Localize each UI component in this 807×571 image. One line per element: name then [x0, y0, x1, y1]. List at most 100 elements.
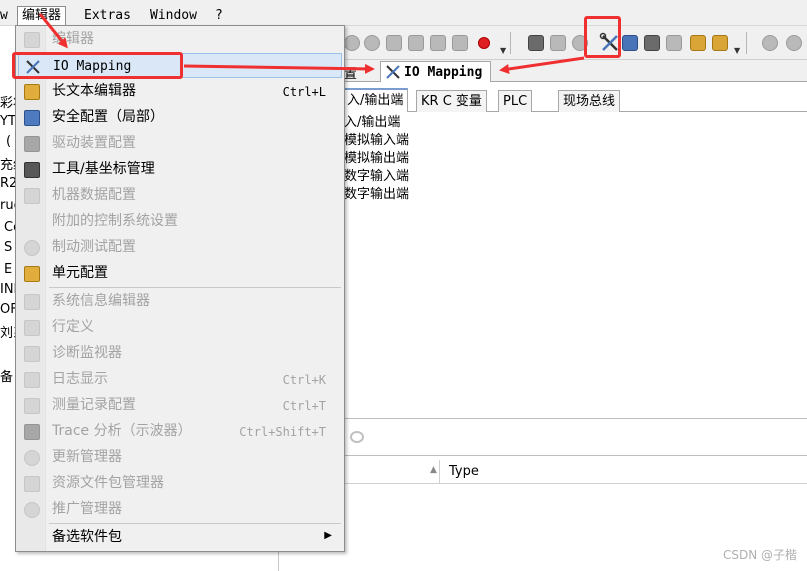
line-definition-icon: [24, 320, 40, 336]
menu-item-label: 资源文件包管理器: [52, 475, 164, 491]
nav-row: 彩状: [0, 96, 16, 111]
annotation-box-menu-item: [12, 52, 183, 79]
menu-item-label: 编辑器: [52, 31, 94, 47]
tab-krc-variables[interactable]: KR C 变量: [416, 90, 487, 112]
promotion-manager-icon: [24, 502, 40, 518]
annotation-box-toolbar: [584, 16, 621, 58]
tab-io-mapping[interactable]: IO Mapping: [380, 61, 492, 82]
menu-item-safety-config[interactable]: 安全配置（局部）: [18, 105, 342, 130]
menu-item-drive-config[interactable]: 驱动装置配置: [18, 131, 342, 156]
system-info-icon: [24, 294, 40, 310]
nav-row: 备: [0, 370, 14, 385]
menu-item-tool-base[interactable]: 工具/基坐标管理: [18, 157, 342, 182]
navigator-panel: 彩状 YT ( 充组 R2 ruc Co S E INI OF 刘系 备: [0, 26, 16, 571]
tree-item[interactable]: 入/输出端: [344, 114, 409, 132]
machine-data-icon[interactable]: [550, 35, 566, 51]
cell-config-icon[interactable]: [712, 35, 728, 51]
toolbar: ▼ ▼: [344, 26, 807, 60]
tab-io[interactable]: 入/输出端: [342, 88, 409, 112]
signal-table-header: ▲ Type: [344, 460, 807, 484]
machine-data-icon: [24, 188, 40, 204]
menu-item-label: 安全配置（局部）: [52, 109, 164, 125]
menu-item-long-text-editor[interactable]: 长文本编辑器 Ctrl+L: [18, 79, 342, 104]
menu-item-line-definition[interactable]: 行定义: [18, 315, 342, 340]
menu-item-additional-control[interactable]: 附加的控制系统设置: [18, 209, 342, 234]
menu-item-label: 系统信息编辑器: [52, 293, 150, 309]
menu-item-log-display[interactable]: 日志显示 Ctrl+K: [18, 367, 342, 392]
menu-item-label: 日志显示: [52, 371, 108, 387]
menu-view[interactable]: w: [0, 7, 12, 25]
editor-dropdown-menu: 编辑器 IO Mapping 长文本编辑器 Ctrl+L 安全配置（局部） 驱动…: [15, 25, 345, 552]
edit-icon[interactable]: [666, 35, 682, 51]
io-subtabs: 入/输出端 KR C 变量 PLC 现场总线: [342, 88, 807, 112]
nav-row: R2: [0, 176, 16, 191]
long-text-editor-icon[interactable]: [690, 35, 706, 51]
filter-bar: [344, 418, 807, 456]
menu-item-resource-package[interactable]: 资源文件包管理器: [18, 471, 342, 496]
menu-item-update-manager[interactable]: 更新管理器: [18, 445, 342, 470]
menu-window[interactable]: Window: [146, 7, 201, 25]
column-type-header[interactable]: Type: [449, 464, 479, 479]
sort-up-icon[interactable]: ▲: [430, 465, 437, 475]
magnifier-icon[interactable]: [364, 35, 380, 51]
menu-editor[interactable]: 编辑器: [17, 6, 67, 26]
menu-item-optional-packages[interactable]: 备选软件包 ▶: [18, 525, 342, 550]
nav-row: 刘系: [0, 326, 16, 341]
nav-row: (: [6, 134, 12, 149]
menu-item-trace[interactable]: Trace 分析（示波器） Ctrl+Shift+T: [18, 419, 342, 444]
menu-item-measurement[interactable]: 测量记录配置 Ctrl+T: [18, 393, 342, 418]
settings-icon[interactable]: [786, 35, 802, 51]
nav-row: 充组: [0, 158, 16, 173]
menu-item-machine-data[interactable]: 机器数据配置: [18, 183, 342, 208]
gear-icon[interactable]: [386, 35, 402, 51]
filter-icon[interactable]: [350, 431, 364, 443]
menu-item-diagnosis-monitor[interactable]: 诊断监视器: [18, 341, 342, 366]
lock-icon[interactable]: [622, 35, 638, 51]
copy-icon[interactable]: [430, 35, 446, 51]
toolbar-separator: [746, 32, 747, 54]
menu-item-label: 驱动装置配置: [52, 135, 136, 151]
tree-item[interactable]: 数字输入端: [344, 168, 409, 186]
paste-icon[interactable]: [452, 35, 468, 51]
brake-test-icon: [24, 240, 40, 256]
menu-item-cell-config[interactable]: 单元配置: [18, 261, 342, 286]
menu-item-label: 推广管理器: [52, 501, 122, 517]
tab-previous[interactable]: 置: [344, 63, 357, 82]
log-icon: [24, 372, 40, 388]
tool-base-icon[interactable]: [528, 35, 544, 51]
document-icon[interactable]: [408, 35, 424, 51]
menu-item-promotion-manager[interactable]: 推广管理器: [18, 497, 342, 522]
oscilloscope-icon: [24, 424, 40, 440]
toolbar-separator: [510, 32, 511, 54]
long-text-editor-icon: [24, 84, 40, 100]
tab-plc[interactable]: PLC: [498, 90, 533, 112]
menu-item-label: 工具/基坐标管理: [52, 161, 155, 177]
tree-item[interactable]: 模拟输出端: [344, 150, 409, 168]
record-icon[interactable]: [478, 37, 490, 49]
chevron-down-icon[interactable]: ▼: [734, 46, 740, 55]
menu-item-shortcut: Ctrl+K: [282, 373, 326, 387]
column-name-header[interactable]: [344, 460, 440, 484]
menu-item-system-info[interactable]: 系统信息编辑器: [18, 289, 342, 314]
menu-extras[interactable]: Extras: [80, 7, 135, 25]
drive-config-icon: [24, 136, 40, 152]
menu-item-brake-test[interactable]: 制动测试配置: [18, 235, 342, 260]
menu-item-label: 行定义: [52, 319, 94, 335]
resource-package-icon: [24, 476, 40, 492]
menu-item-editor[interactable]: 编辑器: [18, 27, 342, 52]
nav-row: S: [4, 240, 13, 255]
drive-config-icon[interactable]: [644, 35, 660, 51]
stop-icon[interactable]: [344, 35, 360, 51]
lock-icon: [24, 110, 40, 126]
watermark: CSDN @子楷: [722, 548, 797, 562]
tab-fieldbus[interactable]: 现场总线: [558, 90, 621, 112]
menu-help[interactable]: ?: [211, 7, 227, 25]
chevron-down-icon[interactable]: ▼: [500, 46, 506, 55]
tree-item[interactable]: 模拟输入端: [344, 132, 409, 150]
refresh-icon[interactable]: [762, 35, 778, 51]
measurement-icon: [24, 398, 40, 414]
tree-item[interactable]: 数字输出端: [344, 186, 409, 204]
nav-row: INI: [0, 282, 16, 297]
menu-item-label: 测量记录配置: [52, 397, 136, 413]
editor-icon: [24, 32, 40, 48]
